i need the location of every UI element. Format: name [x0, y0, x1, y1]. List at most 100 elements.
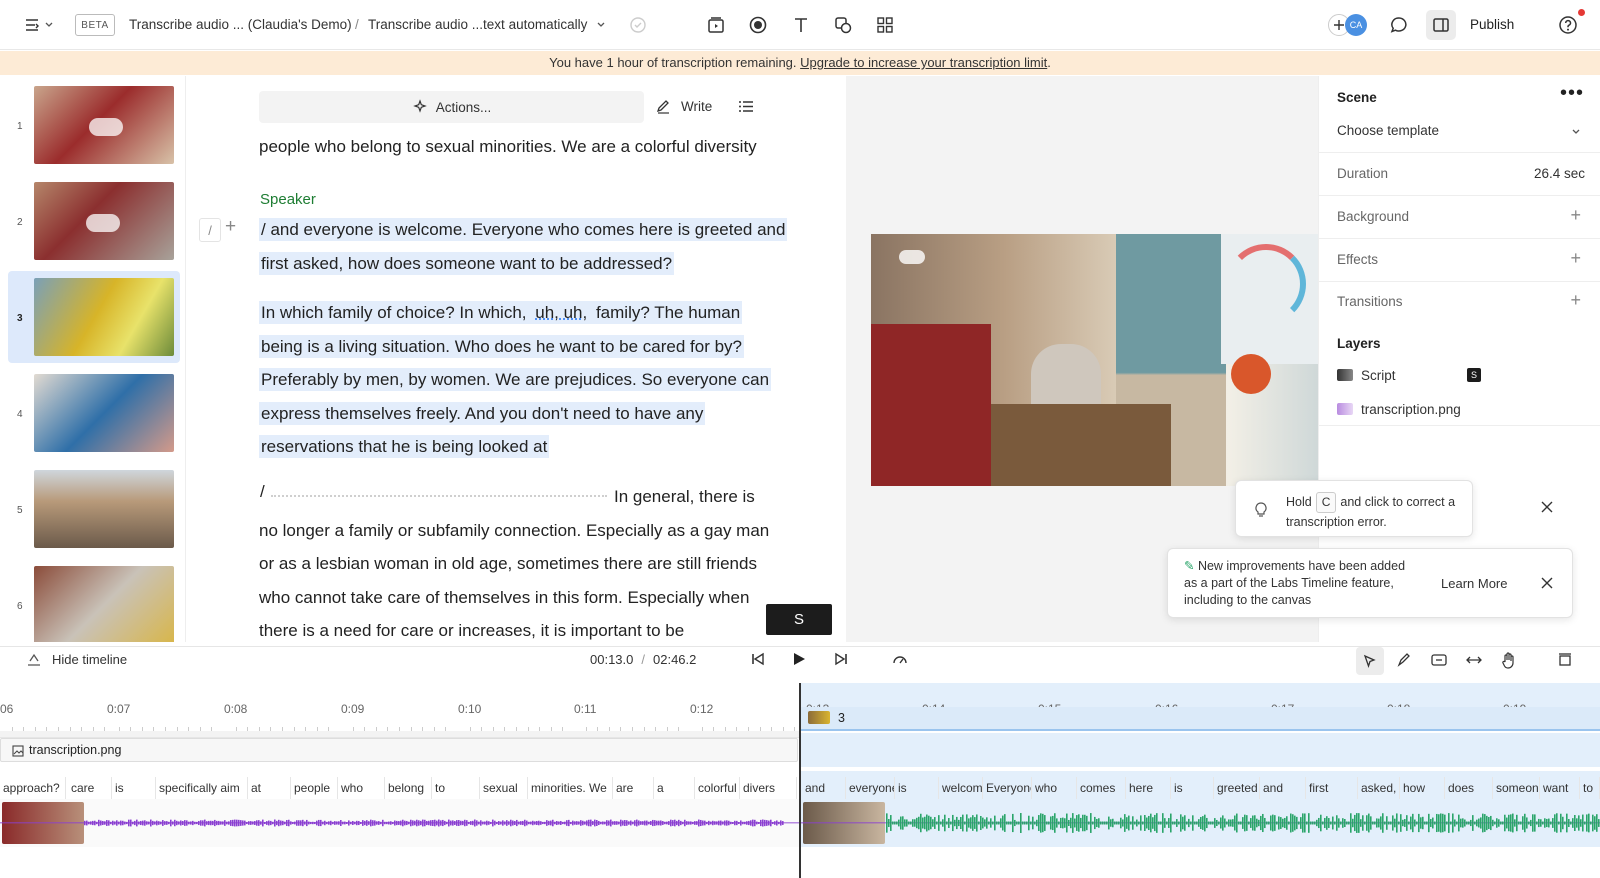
fit-timeline-icon[interactable]	[1557, 652, 1573, 671]
word-chip[interactable]: care	[68, 777, 112, 799]
layer-image[interactable]: transcription.png	[1319, 393, 1600, 426]
comment-icon[interactable]	[1387, 13, 1411, 37]
scene-marker[interactable]: S	[766, 604, 832, 635]
word-chip[interactable]: and	[802, 777, 846, 799]
write-button[interactable]: Write	[655, 98, 712, 115]
word-chip[interactable]: colorful	[695, 777, 740, 799]
close-hint-icon[interactable]	[1540, 500, 1556, 516]
help-icon[interactable]	[1556, 13, 1580, 37]
scene-thumbnail-1[interactable]: 1	[8, 79, 180, 171]
transitions-row[interactable]: Transitions +	[1319, 282, 1600, 325]
ripple-tool-icon[interactable]	[1430, 652, 1448, 671]
scene-track[interactable]: 3	[800, 707, 1600, 731]
scene-thumbnail-3[interactable]: 3	[8, 271, 180, 363]
word-chip[interactable]: to	[432, 777, 480, 799]
word-chip[interactable]: specifically aim	[156, 777, 248, 799]
menu-icon[interactable]	[20, 13, 44, 37]
word-chip[interactable]: someone	[1493, 777, 1540, 799]
image-track[interactable]: transcription.png	[0, 738, 798, 762]
word-chip[interactable]: a	[654, 777, 695, 799]
word-chip[interactable]: people	[291, 777, 338, 799]
publish-button[interactable]: Publish	[1470, 17, 1514, 32]
speed-icon[interactable]	[891, 651, 909, 670]
effects-row[interactable]: Effects +	[1319, 239, 1600, 282]
add-transition-icon[interactable]: +	[1570, 290, 1581, 311]
video-scene-icon[interactable]	[704, 13, 728, 37]
word-chip[interactable]: how	[1400, 777, 1445, 799]
word-chip[interactable]: who	[1032, 777, 1077, 799]
breadcrumb-project[interactable]: Transcribe audio ... (Claudia's Demo)	[129, 17, 352, 32]
play-icon[interactable]	[792, 652, 806, 669]
scene-thumbnail-5[interactable]: 5	[8, 463, 180, 555]
word-chip[interactable]: is	[112, 777, 156, 799]
chevron-down-icon[interactable]	[42, 13, 56, 37]
word-chip[interactable]: at	[248, 777, 291, 799]
shapes-icon[interactable]	[831, 13, 855, 37]
template-select[interactable]: Choose template	[1319, 110, 1600, 153]
record-icon[interactable]	[746, 13, 770, 37]
script-paragraph-2[interactable]: In which family of choice? In which, uh,…	[259, 296, 774, 464]
word-chip[interactable]: want	[1540, 777, 1580, 799]
breadcrumb-document[interactable]: Transcribe audio ...text automatically	[368, 17, 587, 32]
script-paragraph-3[interactable]: In general, there is no longer a family …	[259, 480, 774, 642]
list-icon[interactable]	[737, 98, 755, 118]
more-options-icon[interactable]: •••	[1560, 86, 1584, 100]
background-row[interactable]: Background +	[1319, 196, 1600, 239]
blade-tool-icon[interactable]	[1396, 652, 1412, 671]
actions-button[interactable]: Actions...	[259, 91, 644, 123]
word-chip[interactable]: who	[338, 777, 385, 799]
add-background-icon[interactable]: +	[1570, 205, 1581, 226]
skip-forward-icon[interactable]	[833, 652, 849, 669]
word-chip[interactable]: first	[1306, 777, 1358, 799]
close-news-icon[interactable]	[1540, 576, 1556, 592]
layer-script[interactable]: Script S	[1319, 359, 1600, 392]
word-chip[interactable]: minorities. We	[528, 777, 613, 799]
word-chip[interactable]: sexual	[480, 777, 528, 799]
word-chip[interactable]: comes	[1077, 777, 1126, 799]
script-paragraph-1[interactable]: / and everyone is welcome. Everyone who …	[259, 213, 789, 280]
paragraph-text[interactable]: / and everyone is welcome. Everyone who …	[259, 218, 787, 275]
word-chip[interactable]: here	[1126, 777, 1171, 799]
word-chip[interactable]: is	[895, 777, 939, 799]
gutter-slash[interactable]: /	[199, 218, 221, 242]
word-chip[interactable]: to	[1580, 777, 1600, 799]
select-tool-icon[interactable]	[1356, 647, 1384, 675]
word-chip[interactable]: asked,	[1358, 777, 1400, 799]
word-chip[interactable]: belong	[385, 777, 432, 799]
grid-icon[interactable]	[873, 13, 897, 37]
duration-row[interactable]: Duration 26.4 sec	[1319, 153, 1600, 196]
scene-thumbnail-4[interactable]: 4	[8, 367, 180, 459]
paragraph-text-b[interactable]: family? The human being is a living situ…	[259, 301, 771, 458]
word-chip[interactable]: are	[613, 777, 654, 799]
word-chip[interactable]: divers	[740, 777, 797, 799]
word-chip[interactable]: does	[1445, 777, 1493, 799]
learn-more-button[interactable]: Learn More	[1441, 576, 1507, 591]
word-chip[interactable]: greeted	[1214, 777, 1260, 799]
filler-words[interactable]: uh, uh,	[533, 301, 589, 324]
word-chip[interactable]: is	[1171, 777, 1214, 799]
text-icon[interactable]	[789, 13, 813, 37]
word-chip[interactable]: approach?	[0, 777, 66, 799]
panel-toggle-icon[interactable]	[1426, 10, 1456, 40]
word-chip[interactable]: and	[1260, 777, 1306, 799]
add-paragraph-button[interactable]: +	[225, 216, 236, 238]
speaker-label[interactable]: Speaker	[260, 191, 316, 208]
script-line-previous[interactable]: people who belong to sexual minorities. …	[259, 130, 779, 164]
duration-value[interactable]: 26.4 sec	[1534, 166, 1585, 181]
word-chip[interactable]: welcome	[939, 777, 983, 799]
paragraph-text-a[interactable]: In which family of choice? In which,	[259, 301, 533, 324]
upgrade-link[interactable]: Upgrade to increase your transcription l…	[800, 55, 1047, 70]
avatar[interactable]: CA	[1345, 14, 1367, 36]
hand-tool-icon[interactable]	[1500, 651, 1518, 672]
word-chip[interactable]: everyone	[846, 777, 895, 799]
chevron-down-icon[interactable]	[594, 13, 608, 37]
scene-thumbnail-2[interactable]: 2	[8, 175, 180, 267]
add-effect-icon[interactable]: +	[1570, 248, 1581, 269]
hide-timeline-button[interactable]: Hide timeline	[26, 651, 127, 667]
video-preview[interactable]	[871, 234, 1318, 486]
skip-back-icon[interactable]	[750, 652, 766, 669]
scene-thumbnail-6[interactable]: 6	[8, 559, 180, 642]
playhead[interactable]	[799, 683, 801, 878]
word-chip[interactable]: Everyone	[983, 777, 1032, 799]
stretch-tool-icon[interactable]	[1465, 652, 1483, 671]
